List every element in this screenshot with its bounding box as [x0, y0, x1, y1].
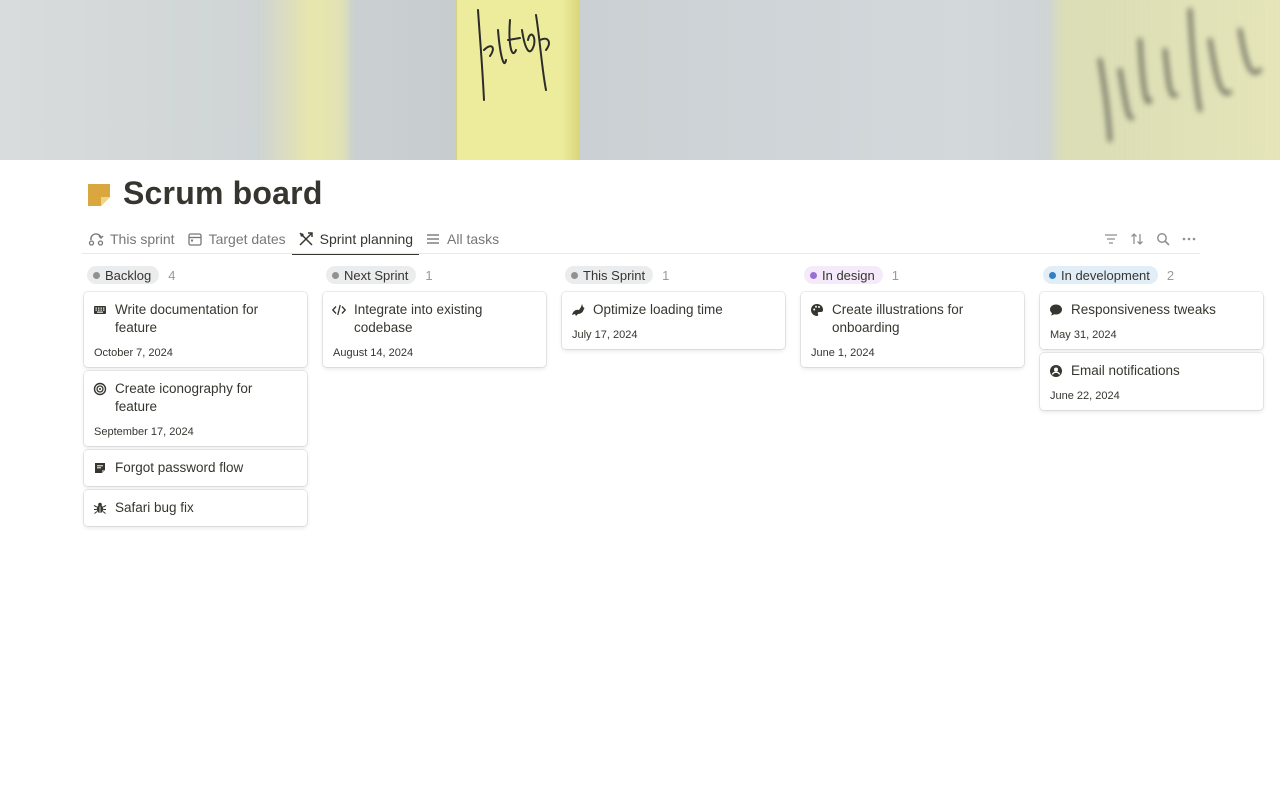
board-column-in-design: In design 1 Create illustrations for onb…: [801, 264, 1024, 371]
list-icon: [425, 231, 441, 247]
task-date: July 17, 2024: [572, 329, 638, 341]
sticky-note-icon: [88, 184, 110, 206]
status-dot: [571, 271, 578, 279]
tabs-divider: [82, 253, 1200, 254]
target-icon: [93, 382, 107, 396]
column-count: 1: [891, 267, 899, 283]
task-card[interactable]: Safari bug fix: [84, 490, 307, 526]
status-label: In development: [1061, 267, 1150, 283]
tab-all-tasks[interactable]: All tasks: [419, 224, 505, 254]
task-title: Safari bug fix: [115, 500, 194, 515]
task-card[interactable]: Integrate into existing codebase August …: [323, 292, 546, 367]
task-title: Create illustrations for onboarding: [832, 302, 964, 335]
task-card[interactable]: Email notifications June 22, 2024: [1040, 353, 1263, 410]
palette-icon: [810, 303, 824, 317]
more-icon[interactable]: [1176, 226, 1202, 252]
status-dot: [1049, 271, 1056, 279]
status-label: In design: [822, 267, 875, 283]
chat-bubble-icon: [1049, 303, 1063, 317]
status-pill[interactable]: This Sprint: [565, 266, 654, 284]
status-label: This Sprint: [583, 267, 646, 283]
status-pill[interactable]: In development: [1043, 266, 1158, 284]
column-header: In design 1: [804, 264, 1024, 286]
note-icon: [93, 461, 107, 475]
task-date: September 17, 2024: [94, 426, 194, 438]
tab-target-dates[interactable]: Target dates: [181, 224, 292, 254]
search-icon[interactable]: [1150, 226, 1176, 252]
column-count: 2: [1166, 267, 1175, 283]
keyboard-icon: [93, 303, 107, 317]
bug-icon: [93, 501, 107, 515]
tab-label: Sprint planning: [319, 231, 414, 247]
status-pill[interactable]: Next Sprint: [326, 266, 417, 284]
task-card[interactable]: Responsiveness tweaks May 31, 2024: [1040, 292, 1263, 349]
task-card[interactable]: Optimize loading time July 17, 2024: [562, 292, 785, 349]
board-column-backlog: Backlog 4 Write documentation for featur…: [84, 264, 307, 530]
column-header: In development 2: [1043, 264, 1263, 286]
task-card[interactable]: Create illustrations for onboarding June…: [801, 292, 1024, 367]
task-card[interactable]: Write documentation for feature October …: [84, 292, 307, 367]
status-label: Next Sprint: [344, 267, 409, 283]
view-tabs: This sprint Target dates Sprint planning…: [82, 224, 505, 255]
board-column-in-development: In development 2 Responsiveness tweaks M…: [1040, 264, 1263, 414]
status-dot: [332, 271, 339, 279]
board-column-this-sprint: This Sprint 1 Optimize loading time July…: [562, 264, 785, 353]
status-dot: [93, 271, 100, 279]
task-title: Write documentation for feature: [115, 302, 259, 335]
tab-label: Target dates: [208, 231, 286, 247]
sort-icon[interactable]: [1124, 226, 1150, 252]
page-title: Scrum board: [123, 175, 323, 211]
column-header: Next Sprint 1: [326, 264, 546, 286]
tab-sprint-planning[interactable]: Sprint planning: [291, 224, 420, 255]
task-title: Optimize loading time: [593, 302, 723, 317]
task-date: May 31, 2024: [1050, 329, 1117, 341]
status-dot: [810, 271, 817, 279]
cover-handwriting: [477, 9, 550, 101]
tab-this-sprint[interactable]: This sprint: [82, 224, 181, 254]
cover-image: [0, 0, 1280, 160]
task-date: August 14, 2024: [333, 347, 414, 359]
board-column-next-sprint: Next Sprint 1 Integrate into existing co…: [323, 264, 546, 371]
column-count: 4: [168, 267, 176, 283]
tab-label: This sprint: [110, 231, 175, 247]
filter-icon[interactable]: [1098, 226, 1124, 252]
column-header: This Sprint 1: [565, 264, 785, 286]
column-header: Backlog 4: [87, 264, 307, 286]
view-toolbar: [1098, 226, 1202, 252]
cover-handwriting-blurred: [1098, 8, 1262, 142]
status-pill[interactable]: Backlog: [87, 266, 160, 284]
task-title: Responsiveness tweaks: [1071, 302, 1216, 317]
task-date: October 7, 2024: [94, 347, 173, 359]
column-count: 1: [662, 267, 670, 283]
task-card[interactable]: Forgot password flow: [84, 450, 307, 486]
rabbit-icon: [571, 303, 585, 317]
sprint-loop-icon: [88, 231, 104, 247]
task-title: Forgot password flow: [115, 460, 244, 475]
task-title: Create iconography for feature: [115, 381, 253, 414]
cover-sticky-note-left: [258, 0, 348, 160]
code-icon: [332, 303, 346, 317]
planning-icon: [298, 231, 314, 247]
user-circle-icon: [1049, 364, 1063, 378]
calendar-icon: [187, 231, 203, 247]
tab-label: All tasks: [447, 231, 500, 247]
task-title: Integrate into existing codebase: [354, 302, 483, 335]
status-label: Backlog: [105, 267, 152, 283]
status-pill[interactable]: In design: [804, 266, 883, 284]
column-count: 1: [425, 267, 433, 283]
task-title: Email notifications: [1071, 363, 1180, 378]
task-date: June 22, 2024: [1050, 390, 1120, 402]
task-date: June 1, 2024: [811, 347, 875, 359]
task-card[interactable]: Create iconography for feature September…: [84, 371, 307, 446]
